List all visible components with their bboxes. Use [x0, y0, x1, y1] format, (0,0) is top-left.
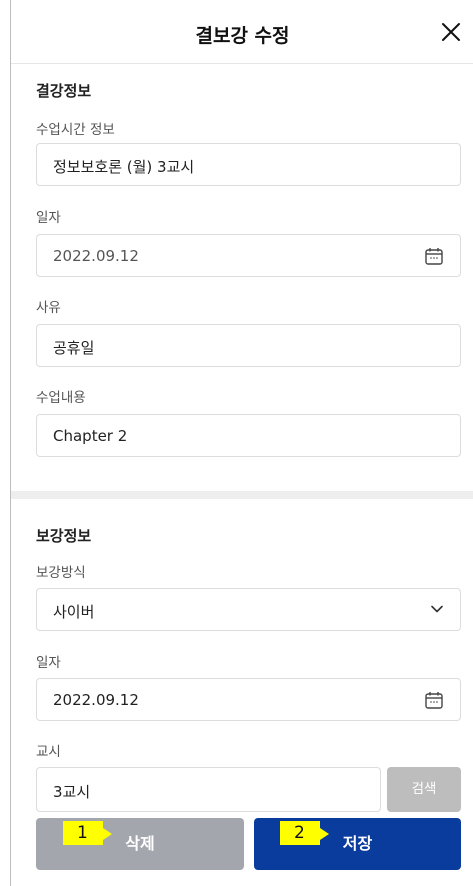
chevron-down-icon [431, 605, 443, 613]
class-time-field[interactable]: 정보보호론 (월) 3교시 [36, 143, 461, 186]
makeup-date-field[interactable]: 2022.09.12 [36, 678, 461, 721]
absence-section-title: 결강정보 [36, 82, 92, 100]
class-time-value: 정보보호론 (월) 3교시 [53, 158, 195, 176]
absence-date-label: 일자 [36, 210, 61, 226]
makeup-section-title: 보강정보 [36, 527, 92, 545]
absence-date-value: 2022.09.12 [53, 247, 139, 265]
content-label: 수업내용 [36, 390, 86, 406]
reason-label: 사유 [36, 300, 61, 316]
class-time-label: 수업시간 정보 [36, 122, 115, 138]
close-icon[interactable] [439, 20, 463, 44]
section-divider [11, 491, 473, 499]
makeup-method-value: 사이버 [53, 603, 95, 621]
content-value: Chapter 2 [53, 427, 128, 445]
step-badge-save-pointer [320, 828, 329, 840]
reason-value: 공휴일 [53, 339, 95, 357]
modal-panel: 결보강 수정 결강정보 수업시간 정보 정보보호론 (월) 3교시 일자 202… [10, 0, 473, 886]
step-badge-delete-pointer [103, 828, 112, 840]
reason-field[interactable]: 공휴일 [36, 324, 461, 367]
period-label: 교시 [36, 744, 61, 760]
period-field[interactable]: 3교시 [36, 767, 381, 812]
step-badge-delete: 1 [63, 821, 103, 845]
makeup-method-label: 보강방식 [36, 565, 86, 581]
makeup-method-select[interactable]: 사이버 [36, 588, 461, 631]
content-field[interactable]: Chapter 2 [36, 414, 461, 457]
modal-header: 결보강 수정 [11, 0, 473, 64]
calendar-icon[interactable] [424, 690, 444, 710]
step-badge-save: 2 [280, 821, 320, 845]
makeup-date-label: 일자 [36, 655, 61, 671]
makeup-date-value: 2022.09.12 [53, 691, 139, 709]
search-button[interactable]: 검색 [387, 767, 461, 812]
period-value: 3교시 [53, 783, 91, 801]
calendar-icon[interactable] [424, 246, 444, 266]
page-title: 결보강 수정 [195, 25, 290, 47]
absence-date-field[interactable]: 2022.09.12 [36, 234, 461, 277]
